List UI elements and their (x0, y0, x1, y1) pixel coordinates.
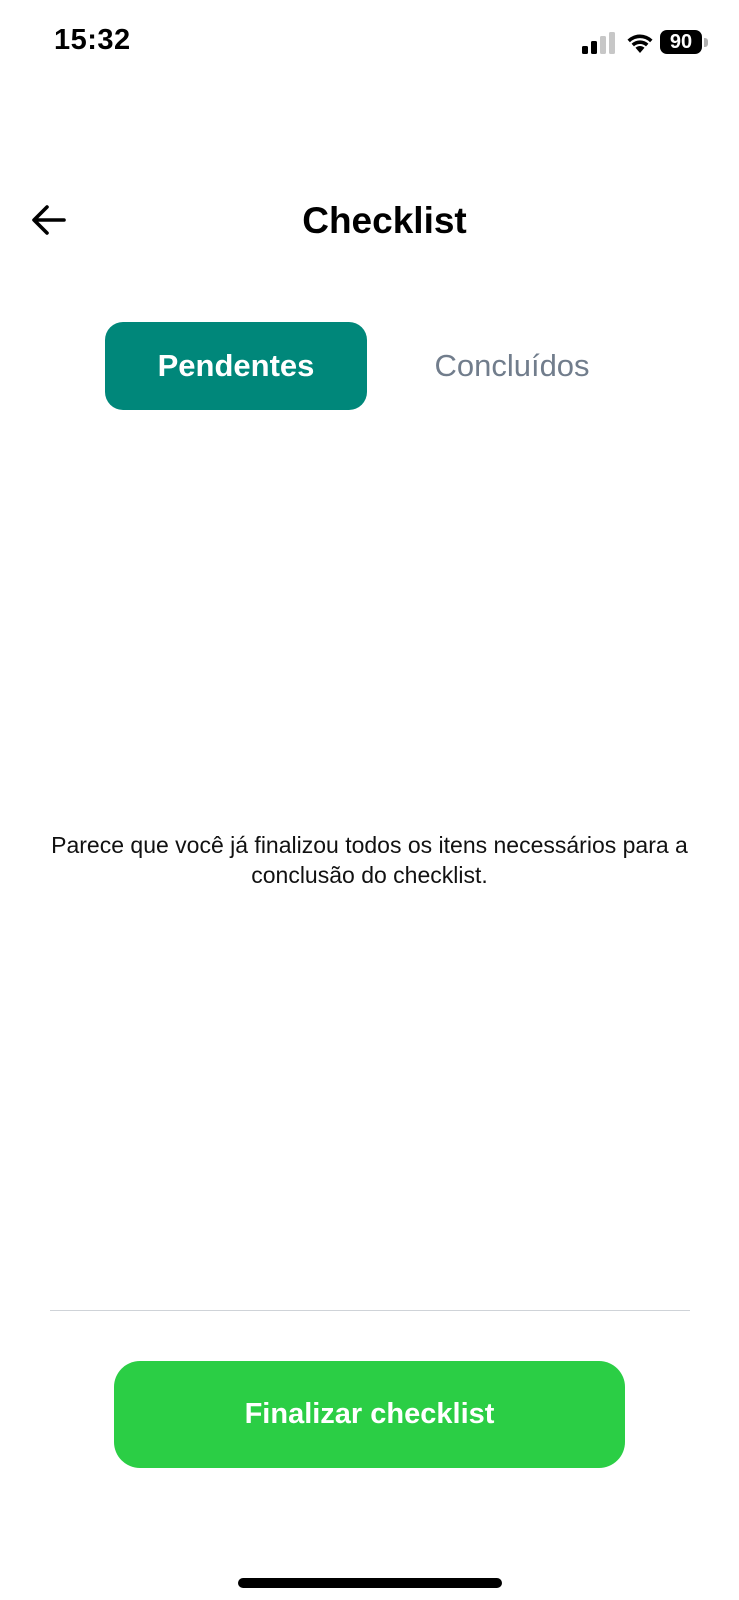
tab-concluidos[interactable]: Concluídos (379, 322, 645, 410)
battery-level: 90 (660, 30, 702, 54)
home-indicator (238, 1578, 502, 1588)
finish-checklist-button[interactable]: Finalizar checklist (114, 1361, 625, 1468)
divider (50, 1310, 690, 1311)
page-title: Checklist (302, 200, 467, 241)
status-bar: 15:32 90 (0, 0, 739, 90)
header: Checklist (0, 180, 739, 260)
wifi-icon (627, 34, 653, 53)
status-time: 15:32 (54, 24, 131, 56)
battery-cap (704, 38, 708, 47)
tab-bar: Pendentes Concluídos (105, 322, 645, 410)
tab-pendentes[interactable]: Pendentes (105, 322, 367, 410)
empty-state-message: Parece que você já finalizou todos os it… (51, 832, 688, 888)
battery-icon: 90 (660, 30, 708, 56)
signal-icon (582, 32, 615, 54)
